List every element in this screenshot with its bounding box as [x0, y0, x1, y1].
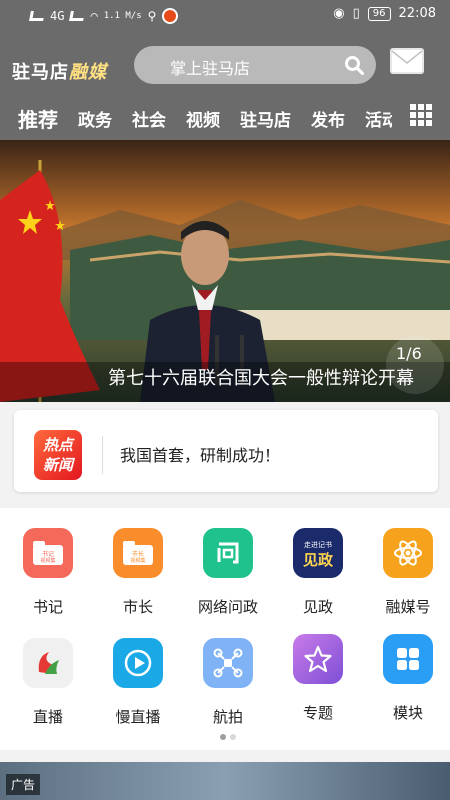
drone-icon — [203, 638, 253, 688]
svg-text:见政: 见政 — [303, 551, 334, 569]
usb-icon: ⚲ — [147, 9, 157, 23]
logo-text: 驻马店 — [12, 62, 69, 83]
hero-banner[interactable]: 第七十六届联合国大会一般性辩论开幕 1/6 — [0, 140, 450, 402]
play-icon — [113, 638, 163, 688]
eye-icon: ◉ — [333, 6, 345, 21]
vibrate-icon: ▯ — [352, 6, 360, 21]
banner-pager: 1/6 — [396, 344, 422, 363]
hot-news-badge: 热点 新闻 — [34, 430, 82, 480]
shortcut-label: 直播 — [32, 708, 63, 726]
shortcut-label: 模块 — [392, 704, 423, 722]
svg-text:走进记书: 走进记书 — [304, 540, 332, 549]
folder-shizhang-icon: 市长 视频集 — [113, 528, 163, 578]
shortcut-label: 航拍 — [212, 708, 243, 726]
shortcut-zhuanti[interactable]: 专题 — [273, 634, 363, 723]
search-placeholder: 掌上驻马店 — [170, 59, 251, 78]
channel-tabs: 推荐 政务 社会 视频 驻马店 发布 活动 — [0, 96, 450, 140]
signal-icon — [29, 11, 45, 21]
mail-icon — [390, 48, 424, 74]
logo-brand: 融媒 — [69, 62, 107, 83]
message-button[interactable] — [390, 48, 424, 74]
shortcut-rongmeihao[interactable]: 融媒号 — [363, 528, 450, 617]
tab-video[interactable]: 视频 — [186, 106, 220, 131]
atom-icon — [383, 528, 433, 578]
shortcut-manzhibo[interactable]: 慢直播 — [93, 638, 183, 727]
tab-government[interactable]: 政务 — [78, 106, 112, 131]
shortcut-label: 融媒号 — [385, 598, 431, 616]
network-type: 4G — [50, 9, 65, 23]
tab-society[interactable]: 社会 — [132, 106, 166, 131]
pager-dot-active[interactable] — [220, 734, 226, 740]
signal-icon-2 — [69, 11, 86, 21]
divider — [102, 436, 103, 474]
weibo-icon — [162, 8, 179, 24]
shortcut-mokuai[interactable]: 模块 — [363, 634, 450, 723]
svg-text:市长: 市长 — [132, 550, 144, 558]
battery-icon: 96 — [367, 6, 391, 21]
shortcut-zhibo[interactable]: 直播 — [3, 638, 93, 727]
shortcut-hangpai[interactable]: 航拍 — [183, 638, 273, 727]
hot-news-headline[interactable]: 我国首套，研制成功！ — [120, 442, 280, 466]
shortcut-shuji[interactable]: 书记 视频集 书记 — [3, 528, 93, 617]
status-right: ◉ ▯ 96 22:08 — [333, 6, 436, 21]
wen-icon — [203, 528, 253, 578]
pager-dot[interactable] — [230, 734, 236, 740]
wifi-icon: ◠ — [90, 9, 98, 23]
folder-shuji-icon: 书记 视频集 — [23, 528, 73, 578]
tab-recommend[interactable]: 推荐 — [18, 104, 58, 133]
app-logo[interactable]: 驻马店融媒 — [12, 58, 107, 84]
shortcut-label: 市长 — [122, 598, 153, 616]
ad-tag: 广告 — [6, 774, 41, 795]
svg-text:视频集: 视频集 — [40, 557, 55, 564]
status-time: 22:08 — [398, 6, 436, 21]
badge-line2: 新闻 — [42, 456, 73, 474]
badge-line1: 热点 — [42, 436, 73, 454]
shortcut-label: 专题 — [302, 704, 333, 722]
shortcut-label: 网络问政 — [197, 598, 258, 616]
shortcut-label: 慢直播 — [115, 708, 161, 726]
modules-icon — [383, 634, 433, 684]
status-left: 4G ◠ 1.1 M/s ⚲ — [29, 8, 179, 24]
live-logo-icon — [23, 638, 73, 688]
tab-publish[interactable]: 发布 — [311, 106, 345, 131]
hot-news-card[interactable]: 热点 新闻 我国首套，研制成功！ — [14, 410, 438, 492]
status-bar: 4G ◠ 1.1 M/s ⚲ ◉ ▯ 96 22:08 — [0, 0, 450, 32]
star-icon — [293, 634, 343, 684]
shortcut-shizhang[interactable]: 市长 视频集 市长 — [93, 528, 183, 617]
shortcut-jianzheng[interactable]: 走进记书 见政 见政 — [273, 528, 363, 617]
channel-grid-icon[interactable] — [410, 104, 432, 126]
tab-zhumadian[interactable]: 驻马店 — [240, 106, 291, 131]
net-speed: 1.1 M/s — [103, 11, 142, 21]
ad-banner[interactable] — [0, 762, 450, 800]
svg-text:书记: 书记 — [42, 550, 54, 558]
shortcut-label: 书记 — [32, 598, 63, 616]
search-input[interactable]: 掌上驻马店 — [134, 46, 376, 84]
jianzheng-logo-icon: 走进记书 见政 — [293, 528, 343, 578]
shortcut-wenzheng[interactable]: 网络问政 — [183, 528, 273, 617]
shortcut-label: 见政 — [302, 598, 333, 616]
grid-pager-dots — [220, 734, 236, 740]
svg-text:视频集: 视频集 — [130, 557, 145, 564]
search-icon[interactable] — [344, 55, 364, 75]
